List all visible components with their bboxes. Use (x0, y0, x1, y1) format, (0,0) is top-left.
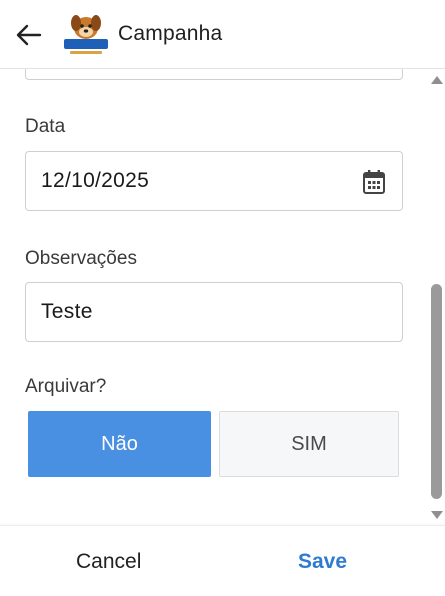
date-label: Data (25, 116, 66, 137)
archive-option-nao-label: Não (101, 432, 138, 455)
archive-option-nao[interactable]: Não (28, 411, 211, 477)
previous-field-input[interactable] (25, 69, 403, 80)
scroll-up-arrow-icon[interactable] (431, 76, 443, 84)
scroll-down-arrow-icon[interactable] (431, 511, 443, 519)
arrow-left-icon (16, 24, 42, 46)
dialog-footer: Cancel Save (0, 525, 445, 596)
bicholeka-logo (64, 15, 108, 54)
app-window: Campanha Data 12/10/2025 Observações Tes… (0, 0, 445, 596)
notes-label: Observações (25, 248, 137, 269)
archive-option-sim-label: SIM (291, 432, 327, 455)
notes-value: Teste (41, 300, 93, 323)
save-button[interactable]: Save (298, 550, 347, 574)
calendar-icon[interactable] (362, 169, 386, 195)
date-value: 12/10/2025 (41, 169, 150, 192)
cancel-button[interactable]: Cancel (76, 550, 141, 574)
form-content: Data 12/10/2025 Observações Teste Arquiv… (0, 69, 445, 525)
date-field[interactable]: 12/10/2025 (25, 151, 403, 211)
archive-label: Arquivar? (25, 376, 107, 397)
scrollbar[interactable] (428, 69, 445, 525)
app-header: Campanha (0, 0, 445, 69)
notes-field[interactable]: Teste (25, 282, 403, 342)
page-title: Campanha (118, 22, 223, 45)
back-button[interactable] (14, 20, 44, 50)
scrollbar-thumb[interactable] (431, 284, 442, 499)
archive-option-sim[interactable]: SIM (219, 411, 399, 477)
